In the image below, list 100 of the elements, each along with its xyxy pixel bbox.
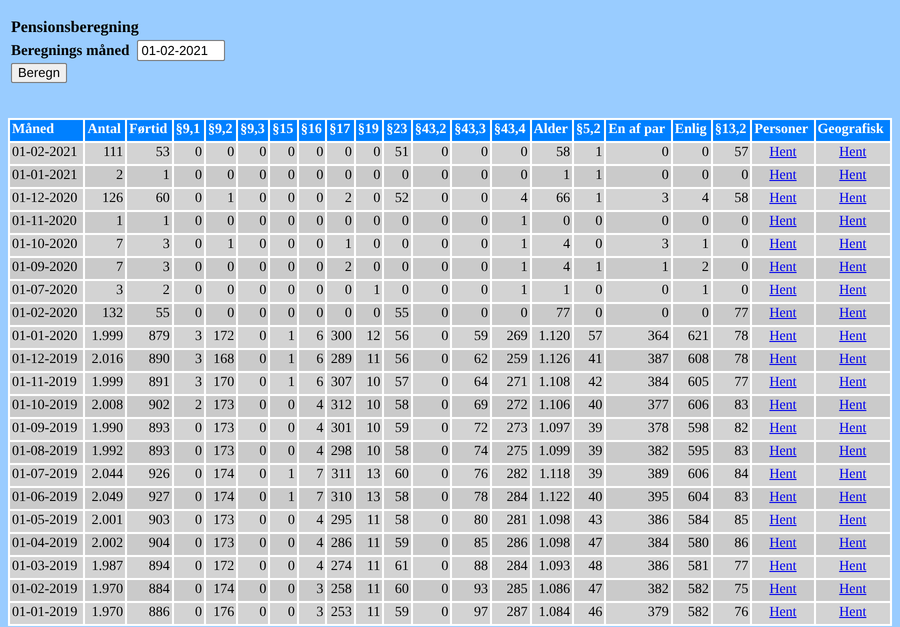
table-cell: 0 (174, 212, 204, 233)
table-cell: 6 (298, 350, 326, 371)
table-cell: 01-02-2020 (10, 304, 84, 325)
table-cell: 0 (672, 212, 711, 233)
column-header: Antal (85, 120, 126, 141)
table-cell: 0 (206, 258, 236, 279)
table-cell: 01-01-2021 (10, 166, 84, 187)
calculate-button[interactable]: Beregn (11, 63, 67, 83)
table-cell: 0 (174, 442, 204, 463)
table-cell: 48 (574, 556, 604, 578)
table-cell: 53 (127, 142, 172, 164)
table-cell: 0 (270, 280, 297, 302)
table-cell: 01-06-2019 (10, 488, 84, 509)
table-cell: 0 (412, 280, 450, 302)
table-cell: 1.122 (532, 488, 572, 509)
table-cell: 0 (206, 280, 236, 302)
table-cell: 580 (672, 534, 711, 555)
table-cell: 310 (327, 488, 354, 509)
table-cell: 1 (492, 258, 530, 279)
table-cell: 58 (384, 488, 411, 509)
table-cell: 890 (127, 350, 172, 371)
table-cell: 0 (238, 464, 268, 486)
table-cell: 1.987 (85, 556, 126, 578)
table-cell: 01-11-2019 (10, 372, 84, 394)
table-cell: 1.999 (85, 372, 126, 394)
table-cell: 274 (327, 556, 354, 578)
table-cell: 43 (574, 510, 604, 532)
table-cell: 58 (712, 188, 750, 210)
table-cell: 0 (412, 258, 450, 279)
table-cell: 13 (356, 464, 382, 486)
column-header: Førtid (127, 120, 172, 141)
table-cell: 1 (574, 166, 604, 187)
table-cell: 0 (270, 556, 297, 578)
table-cell: 1 (270, 464, 297, 486)
table-cell: 0 (412, 142, 450, 164)
table-cell: 595 (672, 442, 711, 463)
table-cell: 83 (712, 488, 750, 509)
table-cell: 2 (174, 396, 204, 417)
table-cell: 386 (606, 510, 671, 532)
table-cell: 1.120 (532, 326, 572, 348)
table-cell: 384 (606, 534, 671, 555)
table-cell: 0 (606, 304, 671, 325)
table-cell: 387 (606, 350, 671, 371)
table-cell: 258 (327, 580, 354, 601)
table-cell: 10 (356, 418, 382, 440)
table-cell: 170 (206, 372, 236, 394)
table-cell: 621 (672, 326, 711, 348)
table-cell: 4 (298, 418, 326, 440)
table-cell: 0 (298, 280, 326, 302)
table-cell: 11 (356, 510, 382, 532)
table-cell: 0 (238, 602, 268, 624)
table-cell: 58 (384, 510, 411, 532)
column-header: Alder (532, 120, 572, 141)
column-header: §43,3 (452, 120, 490, 141)
table-cell: 395 (606, 488, 671, 509)
table-cell: 74 (452, 442, 490, 463)
table-cell: 0 (270, 234, 297, 256)
table-cell: 1 (492, 234, 530, 256)
table-cell: 64 (452, 372, 490, 394)
table-cell: 0 (174, 234, 204, 256)
column-header: §13,2 (712, 120, 750, 141)
table-cell: 0 (412, 396, 450, 417)
table-cell: 2.008 (85, 396, 126, 417)
table-cell: 01-09-2020 (10, 258, 84, 279)
table-cell: 1 (356, 280, 382, 302)
table-cell: 60 (384, 464, 411, 486)
table-cell: 0 (672, 142, 711, 164)
table-cell: 0 (298, 212, 326, 233)
table-cell: 893 (127, 442, 172, 463)
month-input-field[interactable]: 01-02-2021 (137, 40, 226, 62)
table-cell: 0 (384, 166, 411, 187)
table-cell: 01-10-2019 (10, 396, 84, 417)
table-cell: 0 (452, 142, 490, 164)
table-cell: 57 (574, 326, 604, 348)
column-header: §9,2 (206, 120, 236, 141)
table-cell: 0 (270, 534, 297, 555)
table-cell: 0 (270, 580, 297, 601)
table-cell: 364 (606, 326, 671, 348)
table-cell: 0 (412, 556, 450, 578)
table-cell: 11 (356, 580, 382, 601)
table-cell: 1 (574, 258, 604, 279)
table-cell: 1 (606, 258, 671, 279)
table-cell: 168 (206, 350, 236, 371)
table-cell: 2 (327, 258, 354, 279)
table-cell: 1 (127, 166, 172, 187)
table-cell: 83 (712, 396, 750, 417)
table-cell: 0 (298, 304, 326, 325)
table-cell: 4 (298, 534, 326, 555)
table-cell: 1.108 (532, 372, 572, 394)
table-cell: 273 (492, 418, 530, 440)
table-cell: 0 (270, 304, 297, 325)
table-cell: 0 (452, 234, 490, 256)
table-cell: 0 (238, 350, 268, 371)
table-cell: 10 (356, 372, 382, 394)
table-cell: 0 (452, 188, 490, 210)
table-cell: 0 (270, 418, 297, 440)
table-cell: 0 (492, 142, 530, 164)
table-cell: 0 (174, 258, 204, 279)
table-cell: 173 (206, 534, 236, 555)
table-cell: 176 (206, 602, 236, 624)
